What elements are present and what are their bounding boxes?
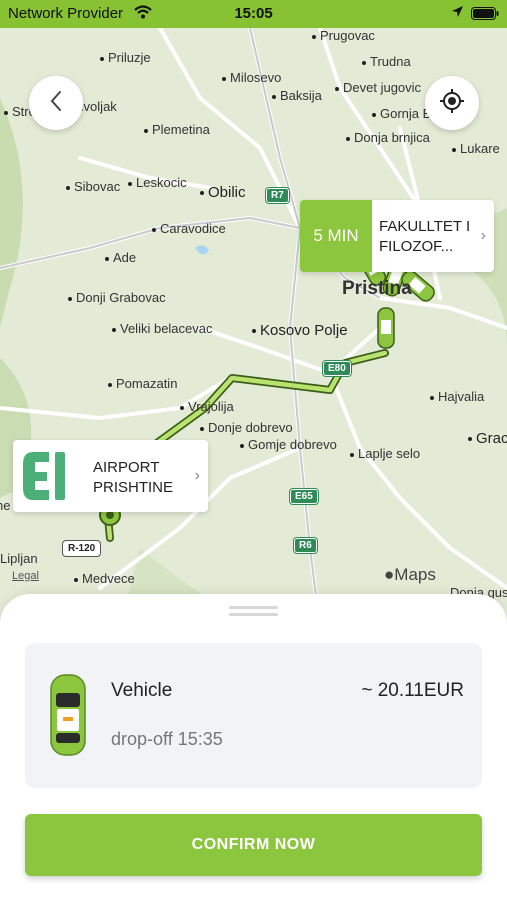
maps-brand-label: Maps [394, 565, 436, 584]
map-place-label: Sibovac [66, 179, 120, 194]
map-place-label: Trudna [362, 54, 411, 69]
map-place-label: Pristina [342, 278, 412, 299]
origin-callout[interactable]: AIRPORT PRISHTINE › [13, 440, 208, 512]
apple-maps-logo: ●Maps [384, 565, 436, 585]
eta-badge: 5 MIN [300, 200, 372, 272]
map-place-label: Hajvalia [430, 389, 484, 404]
status-bar: Network Provider 15:05 [0, 0, 507, 28]
map-place-label: Laplje selo [350, 446, 420, 461]
map-place-label: Leskocic [128, 175, 187, 190]
map-place-label: Donji Grabovac [68, 290, 166, 305]
map-place-label: Donje dobrevo [200, 420, 293, 435]
destination-callout[interactable]: 5 MIN FAKULLTET I FILOZOF... › [300, 200, 494, 272]
sheet-handle[interactable] [229, 613, 278, 616]
chevron-left-icon [49, 90, 63, 117]
apple-icon: ● [384, 565, 395, 584]
map-place-label: Plemetina [144, 122, 210, 137]
road-shield-e80: E80 [323, 361, 351, 376]
map-place-label: Prugovac [312, 28, 375, 43]
confirm-button[interactable]: CONFIRM NOW [25, 814, 482, 876]
clock: 15:05 [234, 5, 273, 22]
car-icon [49, 671, 87, 759]
dropoff-time: drop-off 15:35 [111, 729, 223, 749]
chevron-right-icon: › [480, 227, 486, 244]
back-button[interactable] [29, 76, 83, 130]
map-place-label: Veliki belacevac [112, 321, 213, 336]
map-place-label: Milosevo [222, 70, 281, 85]
vehicle-name: Vehicle [111, 680, 173, 701]
map-place-label: Pomazatin [108, 376, 177, 391]
map-place-label: Gomje dobrevo [240, 437, 337, 452]
locate-me-button[interactable] [425, 76, 479, 130]
map-place-label: Shtime [0, 498, 11, 513]
fare-estimate: ~ 20.11EUR [361, 680, 464, 701]
crosshair-icon [439, 88, 465, 119]
destination-name: FAKULLTET I FILOZOF... [379, 218, 471, 255]
map-place-label: Baksija [272, 88, 322, 103]
map-place-label: Obilic [200, 184, 246, 201]
road-shield-r120: R-120 [63, 541, 101, 556]
map-place-label: Devet jugovic [335, 80, 421, 95]
map-place-label: Caravodice [152, 221, 226, 236]
location-arrow-icon [451, 5, 464, 22]
airport-logo-icon [19, 448, 77, 504]
map-place-label: Gracanica [468, 430, 507, 447]
road-shield-r7: R7 [266, 188, 289, 203]
chevron-right-icon: › [194, 467, 200, 484]
map-place-label: Lukare [452, 141, 500, 156]
road-shield-r6: R6 [294, 538, 317, 553]
sheet-handle[interactable] [229, 606, 278, 609]
vehicle-option-card[interactable]: Vehicle ~ 20.11EUR drop-off 15:35 [25, 643, 482, 788]
road-shield-e65: E65 [290, 489, 318, 504]
map-place-label: Lipljan [0, 551, 38, 566]
map-place-label: Priluzje [100, 50, 151, 65]
map-view[interactable]: Prugovac Priluzje Trudna Milosevo Devet … [0, 28, 507, 628]
map-place-label: Medvece [74, 571, 135, 586]
booking-sheet: Vehicle ~ 20.11EUR drop-off 15:35 CONFIR… [0, 594, 507, 900]
map-place-label: Ade [105, 250, 136, 265]
map-place-label: Donja brnjica [346, 130, 430, 145]
map-place-label: Vrajolija [180, 399, 234, 414]
legal-link[interactable]: Legal [12, 570, 39, 582]
map-place-label: Kosovo Polje [252, 322, 348, 339]
origin-name: AIRPORT PRISHTINE [93, 459, 174, 496]
battery-icon [471, 7, 499, 24]
